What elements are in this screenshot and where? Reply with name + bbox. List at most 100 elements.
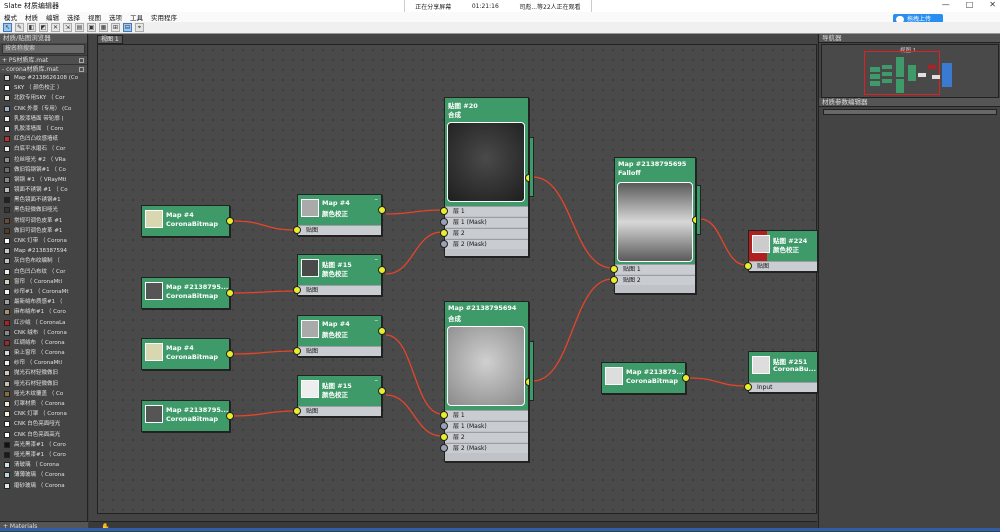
bitmap-node-map4-b[interactable]: Map #4 CoronaBitmap	[141, 338, 234, 370]
put-material-icon[interactable]: ◧	[27, 23, 36, 32]
material-list-item[interactable]: SKY （ 颜色校正 ）	[0, 83, 87, 93]
composite-node-20[interactable]: 贴图 #20 合成 层 1 层 1 (Mask) 层 2 层 2 (Mask)	[440, 97, 533, 257]
close-button[interactable]: ✕	[989, 0, 996, 9]
bitmap-node-a[interactable]: Map #2138795... CoronaBitmap	[141, 277, 234, 309]
material-list-item[interactable]: 红绸绒布 （ Corona	[0, 338, 87, 348]
material-list-item[interactable]: 磨砂玻璃 （ Corona	[0, 481, 87, 491]
output-port[interactable]	[226, 350, 234, 358]
library-group-ps[interactable]: + PS材质库.mat	[0, 55, 87, 64]
menu-tools[interactable]: 工具	[130, 12, 143, 22]
input-port-layer2-mask[interactable]	[440, 444, 448, 452]
input-port-layer1-mask[interactable]	[440, 218, 448, 226]
show-map-icon[interactable]: ▣	[87, 23, 96, 32]
navigator-view[interactable]: 视图 1	[821, 44, 999, 98]
options-icon[interactable]	[79, 58, 84, 63]
material-list-item[interactable]: Map #2138387594	[0, 246, 87, 256]
input-port-layer2[interactable]	[440, 433, 448, 441]
output-port[interactable]	[226, 412, 234, 420]
minimize-node-icon[interactable]: –	[375, 195, 379, 203]
node-canvas[interactable]: Map #4 CoronaBitmap Map #2138795... Coro…	[97, 44, 818, 514]
material-list-item[interactable]: 白底平水磨石 （ Cor	[0, 144, 87, 154]
material-navigator-icon[interactable]: ⌖	[135, 23, 144, 32]
material-list-item[interactable]: 灰白色布纹编制 （	[0, 256, 87, 266]
library-group-corona[interactable]: - corona材质库.mat	[0, 64, 87, 73]
material-list-item[interactable]: 常规可调色皮革 #1	[0, 216, 87, 226]
assign-material-icon[interactable]: ◩	[39, 23, 48, 32]
select-tool-icon[interactable]: ↖	[3, 23, 12, 32]
output-port[interactable]	[378, 327, 386, 335]
material-list-item[interactable]: 哑光黑漆#1 （ Coro	[0, 450, 87, 460]
input-port[interactable]	[293, 286, 301, 294]
material-list-item[interactable]: 镜面不锈钢 #1 （ Co	[0, 185, 87, 195]
minimize-button[interactable]: —	[942, 0, 950, 9]
maximize-button[interactable]: □	[966, 0, 974, 9]
menu-material[interactable]: 材质	[25, 12, 38, 22]
color-correct-node-2[interactable]: 贴图 #15 颜色校正 – 贴图	[293, 254, 386, 296]
input-port[interactable]	[744, 262, 752, 270]
output-port[interactable]	[378, 206, 386, 214]
input-port-map2[interactable]	[610, 276, 618, 284]
tab-view-1[interactable]: 视图 1	[97, 35, 123, 44]
material-list-item[interactable]: 薄薄玻璃 （ Corona	[0, 470, 87, 480]
input-port-layer1-mask[interactable]	[440, 422, 448, 430]
input-port[interactable]	[293, 347, 301, 355]
input-port[interactable]	[293, 407, 301, 415]
material-list-item[interactable]: 白色凹凸布纹 （ Cor	[0, 267, 87, 277]
color-correct-node-1[interactable]: Map #4 颜色校正 – 贴图	[293, 194, 386, 236]
options-icon[interactable]	[79, 67, 84, 72]
menu-select[interactable]: 选择	[67, 12, 80, 22]
output-port[interactable]	[378, 266, 386, 274]
material-list-item[interactable]: 灯罩材质 （ Corona	[0, 399, 87, 409]
material-list-item[interactable]: 麻布绒布#1 （ Coro	[0, 307, 87, 317]
minimize-node-icon[interactable]: –	[375, 316, 379, 324]
hide-unused-icon[interactable]: ▤	[75, 23, 84, 32]
input-port-layer2-mask[interactable]	[440, 240, 448, 248]
layout-children-icon[interactable]: ⊟	[123, 23, 132, 32]
output-port[interactable]	[682, 374, 690, 382]
output-port[interactable]	[226, 289, 234, 297]
material-list-item[interactable]: Map #2138626108 (Co	[0, 73, 87, 83]
input-port[interactable]	[744, 383, 752, 391]
material-list-item[interactable]: 红沙绒 （ CoronaLa	[0, 318, 87, 328]
menu-edit[interactable]: 编辑	[46, 12, 59, 22]
bitmap-node-b[interactable]: Map #2138795... CoronaBitmap	[141, 400, 234, 432]
color-correct-node-224[interactable]: 贴图 #224 颜色校正 贴图	[744, 230, 818, 272]
input-port-layer1[interactable]	[440, 207, 448, 215]
corona-bump-node-251[interactable]: 贴图 #251 CoronaBu... Input	[744, 351, 818, 393]
material-list-item[interactable]: 哑光石材轻微做旧	[0, 379, 87, 389]
minimize-node-icon[interactable]: –	[375, 376, 379, 384]
color-correct-node-3[interactable]: Map #4 颜色校正 – 贴图	[293, 315, 386, 357]
material-list-item[interactable]: 黑色镜面不锈钢#1	[0, 195, 87, 205]
material-list-item[interactable]: 乳胶漆墙面 （ Coro	[0, 124, 87, 134]
material-list-item[interactable]: 抛光石材轻微做旧	[0, 368, 87, 378]
menu-mode[interactable]: 模式	[4, 12, 17, 22]
material-list-item[interactable]: 纱帘#1 （ CoronaMt	[0, 287, 87, 297]
material-list-item[interactable]: 黑色轻微做旧哑光	[0, 205, 87, 215]
input-port-layer2[interactable]	[440, 229, 448, 237]
material-list-item[interactable]: 钢钢 #1 （ VRayMtl	[0, 175, 87, 185]
menu-view[interactable]: 视图	[88, 12, 101, 22]
material-list-item[interactable]: 做旧可调色皮革 #1	[0, 226, 87, 236]
material-list-item[interactable]: 拉丝哑光 #2 （ VRa	[0, 155, 87, 165]
material-list-item[interactable]: 红色凹凸纹感墙纸	[0, 134, 87, 144]
color-correct-node-4[interactable]: 贴图 #15 颜色校正 – 贴图	[293, 375, 386, 417]
delete-icon[interactable]: ✕	[51, 23, 60, 32]
bitmap-node-map4-a[interactable]: Map #4 CoronaBitmap	[141, 205, 234, 237]
material-list-item[interactable]: CNK 外景（专用） (Co	[0, 104, 87, 114]
bitmap-node-c[interactable]: Map #213879... CoronaBitmap	[601, 362, 690, 394]
material-list-item[interactable]: 染上窗帘 （ Corona	[0, 348, 87, 358]
menu-options[interactable]: 选项	[109, 12, 122, 22]
material-list-item[interactable]: CNK 灯罩 （ Corona	[0, 409, 87, 419]
material-list-item[interactable]: 清玻璃 （ Corona	[0, 460, 87, 470]
material-list-item[interactable]: CNK 白色亮面高光	[0, 430, 87, 440]
falloff-node[interactable]: Map #2138795695 Falloff 贴图 1 贴图 2	[610, 157, 700, 294]
material-list-item[interactable]: CNK 灯带 （ Corona	[0, 236, 87, 246]
parameter-editor-bar[interactable]	[823, 109, 997, 115]
output-port[interactable]	[378, 387, 386, 395]
material-list-item[interactable]: 北欧专用SKY （ Cor	[0, 93, 87, 103]
input-port[interactable]	[293, 226, 301, 234]
eyedropper-icon[interactable]: ✎	[15, 23, 24, 32]
material-list-item[interactable]: 哑光木纹覆盖 （ Co	[0, 389, 87, 399]
show-background-icon[interactable]: ▦	[99, 23, 108, 32]
layout-all-icon[interactable]: ⊞	[111, 23, 120, 32]
